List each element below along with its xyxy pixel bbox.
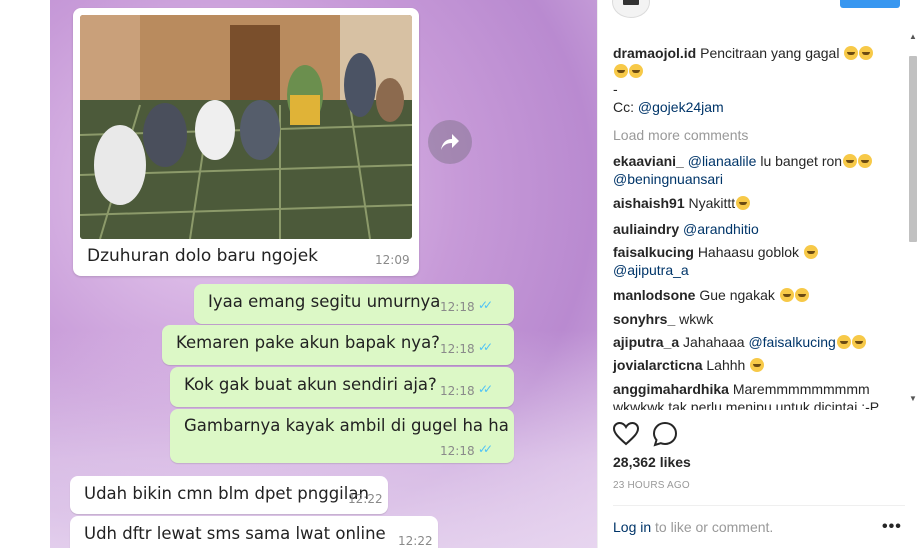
emoji-icon xyxy=(858,154,873,168)
comment-text: Lahhh xyxy=(706,357,746,373)
comment-text: Hahaasu goblok xyxy=(697,244,799,260)
message-time: 12:18 xyxy=(440,384,475,398)
emoji-icon xyxy=(803,245,818,259)
emoji-icon xyxy=(843,154,858,168)
comment-username[interactable]: manlodsone xyxy=(613,287,695,303)
follow-button[interactable] xyxy=(840,0,900,8)
comment-item: jovialarcticna Lahhh xyxy=(613,356,903,374)
message-time: 12:18 xyxy=(440,444,475,458)
likes-count[interactable]: 28,362 likes xyxy=(613,454,691,470)
caption-mention[interactable]: @gojek24jam xyxy=(638,99,724,115)
read-ticks-icon: ✓✓ xyxy=(478,382,493,396)
comment-mention[interactable]: @faisalkucing xyxy=(748,334,835,350)
heart-icon[interactable] xyxy=(613,422,639,446)
chat-message-in: Udah bikin cmn blm dpet pnggilan 12:22 xyxy=(70,476,388,514)
chat-message-out: Iyaa emang segitu umurnya 12:18 ✓✓ xyxy=(194,284,514,324)
scroll-down-icon[interactable]: ▼ xyxy=(909,394,917,403)
post-timestamp: 23 HOURS AGO xyxy=(613,480,690,491)
comment-mention[interactable]: @beningnuansari xyxy=(613,171,723,187)
comment-username[interactable]: ekaaviani_ xyxy=(613,153,684,169)
comment-mention[interactable]: @arandhitio xyxy=(683,221,759,237)
message-text: Kok gak buat akun sendiri aja? xyxy=(184,375,437,394)
read-ticks-icon: ✓✓ xyxy=(478,442,493,456)
emoji-icon xyxy=(859,46,874,60)
emoji-icon xyxy=(614,64,628,78)
scroll-up-icon[interactable]: ▲ xyxy=(909,32,917,41)
caption-dash: - xyxy=(613,81,618,97)
read-ticks-icon: ✓✓ xyxy=(478,298,493,312)
chat-message-out: Kok gak buat akun sendiri aja? 12:18 ✓✓ xyxy=(170,367,514,407)
forward-icon xyxy=(441,134,459,150)
emoji-icon xyxy=(779,288,794,302)
message-time: 12:22 xyxy=(398,534,433,548)
comment-text: Gue ngakak xyxy=(699,287,775,303)
comment-text: Maremmmmmmmmm xyxy=(732,381,870,397)
message-time: 12:18 xyxy=(440,342,475,356)
comment-username[interactable]: auliaindry xyxy=(613,221,679,237)
message-time: 12:22 xyxy=(348,492,383,506)
comment-username[interactable]: ajiputra_a xyxy=(613,334,679,350)
image-caption: Dzuhuran dolo baru ngojek xyxy=(87,246,319,266)
message-time: 12:18 xyxy=(440,300,475,314)
message-text: Gambarnya kayak ambil di gugel ha ha xyxy=(184,416,509,435)
comments-scrollbar[interactable]: ▲ ▼ xyxy=(907,26,919,410)
caption-cc: Cc: xyxy=(613,99,634,115)
load-more-comments[interactable]: Load more comments xyxy=(613,126,903,144)
comment-mention[interactable]: @lianaalile xyxy=(688,153,757,169)
message-text: Kemaren pake akun bapak nya? xyxy=(176,333,440,352)
comment-text: Jahahaaa xyxy=(683,334,745,350)
caption-username[interactable]: dramaojol.id xyxy=(613,45,696,61)
image-time: 12:09 xyxy=(375,253,410,267)
comment-item: aishaish91 Nyakittt xyxy=(613,194,903,212)
comment-username[interactable]: anggimahardhika xyxy=(613,381,729,397)
login-prompt: Log in to like or comment. xyxy=(613,519,773,535)
comment-username[interactable]: jovialarcticna xyxy=(613,357,703,373)
emoji-icon xyxy=(851,335,866,349)
emoji-icon xyxy=(629,64,643,78)
chat-message-in: Udh dftr lewat sms sama lwat online 12:2… xyxy=(70,516,438,548)
login-link[interactable]: Log in xyxy=(613,519,651,535)
comments-panel: dramaojol.id Pencitraan yang gagal - Cc:… xyxy=(598,0,922,548)
comment-item: faisalkucing Hahaasu goblok @ajiputra_a xyxy=(613,243,903,279)
message-text: Udah bikin cmn blm dpet pnggilan xyxy=(84,484,369,503)
login-text: to like or comment. xyxy=(655,519,774,535)
emoji-icon xyxy=(750,358,765,372)
comment-username[interactable]: sonyhrs_ xyxy=(613,311,675,327)
comment-icon[interactable] xyxy=(652,421,678,447)
scrollbar-thumb[interactable] xyxy=(909,56,917,242)
comment-mention[interactable]: @ajiputra_a xyxy=(613,262,689,278)
emoji-icon xyxy=(844,46,859,60)
chat-message-out: Kemaren pake akun bapak nya? 12:18 ✓✓ xyxy=(162,325,514,365)
comment-text: Nyakittt xyxy=(688,195,736,211)
comment-item: auliaindry @arandhitio xyxy=(613,220,903,238)
comment-item: ajiputra_a Jahahaaa @faisalkucing xyxy=(613,333,903,351)
emoji-icon xyxy=(836,335,851,349)
more-options-icon[interactable]: ••• xyxy=(882,518,902,536)
message-text: Iyaa emang segitu umurnya xyxy=(208,292,441,311)
chat-message-out: Gambarnya kayak ambil di gugel ha ha 12:… xyxy=(170,409,514,463)
avatar[interactable] xyxy=(612,0,650,18)
mosque-photo xyxy=(80,15,412,239)
forward-button xyxy=(428,120,472,164)
message-text: Udh dftr lewat sms sama lwat online xyxy=(84,524,386,543)
comment-item: manlodsone Gue ngakak xyxy=(613,286,903,304)
emoji-icon xyxy=(736,196,751,210)
comment-item: sonyhrs_ wkwk xyxy=(613,310,903,328)
comment-text-line2: wkwkwk tak perlu menipu untuk dicintai :… xyxy=(613,399,880,410)
comment-item: anggimahardhika Maremmmmmmmmm wkwkwk tak… xyxy=(613,380,903,410)
image-message-bubble: Dzuhuran dolo baru ngojek 12:09 xyxy=(73,8,419,276)
comment-item: ekaaviani_ @lianaalile lu banget ron @be… xyxy=(613,152,903,188)
read-ticks-icon: ✓✓ xyxy=(478,340,493,354)
comment-text: wkwk xyxy=(679,311,714,327)
post-image: Dzuhuran dolo baru ngojek 12:09 Iyaa ema… xyxy=(0,0,597,548)
divider xyxy=(613,505,905,506)
post-caption: dramaojol.id Pencitraan yang gagal - Cc:… xyxy=(613,44,903,116)
emoji-icon xyxy=(794,288,809,302)
comment-text: lu banget ron xyxy=(760,153,843,169)
comment-username[interactable]: aishaish91 xyxy=(613,195,685,211)
comment-username[interactable]: faisalkucing xyxy=(613,244,694,260)
caption-text: Pencitraan yang gagal xyxy=(700,45,840,61)
